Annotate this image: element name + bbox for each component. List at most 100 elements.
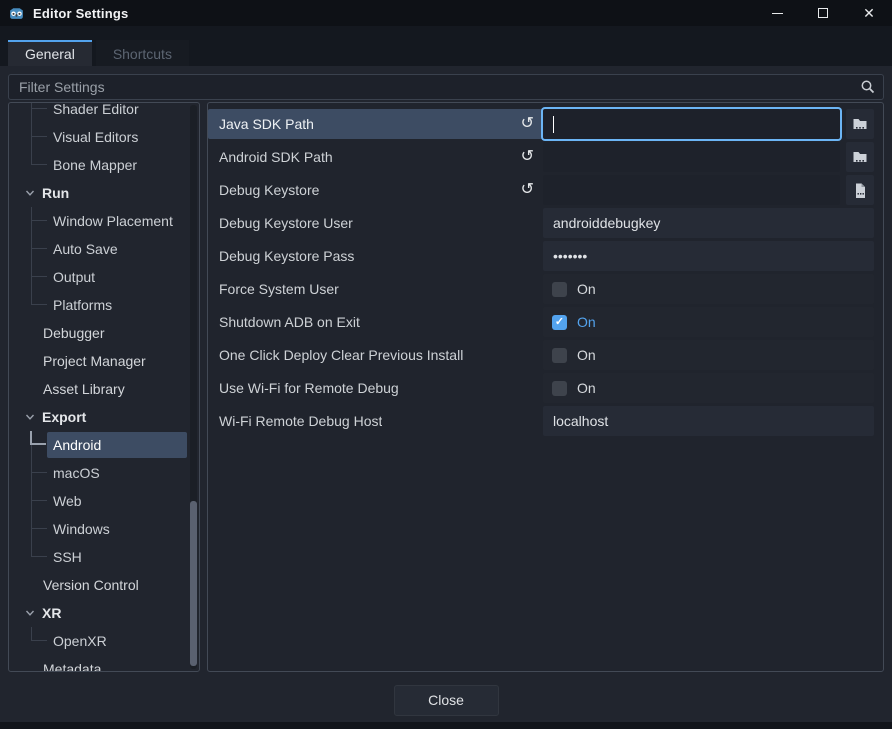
text-input[interactable] [543, 175, 840, 205]
text-input[interactable]: androiddebugkey [543, 208, 874, 238]
sidebar-item-debugger[interactable]: Debugger [9, 319, 189, 347]
setting-label-cell[interactable]: Java SDK Path ↺ [208, 109, 543, 139]
maximize-icon [818, 8, 828, 18]
tree-line [31, 291, 47, 305]
checkbox-label: On [577, 314, 596, 330]
window-bottom-edge [0, 722, 892, 729]
sidebar-item-metadata[interactable]: Metadata [9, 655, 189, 672]
setting-label-cell[interactable]: Android SDK Path ↺ [208, 142, 543, 172]
sidebar-item-macos[interactable]: macOS [9, 459, 189, 487]
sidebar-item-android[interactable]: Android [9, 431, 189, 459]
setting-label-cell[interactable]: Force System User [208, 274, 543, 304]
sidebar-item-asset-library[interactable]: Asset Library [9, 375, 189, 403]
browse-button[interactable] [846, 109, 874, 139]
setting-label-cell[interactable]: Debug Keystore Pass [208, 241, 543, 271]
revert-icon[interactable]: ↺ [521, 149, 534, 165]
close-button[interactable]: Close [394, 685, 499, 716]
text-input[interactable]: ••••••• [543, 241, 874, 271]
text-caret [553, 116, 554, 133]
sidebar-item-visual-editors[interactable]: Visual Editors [9, 123, 189, 151]
setting-label-cell[interactable]: Wi-Fi Remote Debug Host [208, 406, 543, 436]
tree-line [31, 137, 32, 151]
checkbox[interactable]: On [543, 373, 874, 403]
sidebar-item-label: XR [42, 605, 61, 621]
text-input[interactable] [543, 142, 840, 172]
tab-general[interactable]: General [8, 40, 92, 66]
setting-label: Java SDK Path [219, 116, 314, 132]
sidebar-item-run[interactable]: Run [9, 179, 189, 207]
setting-label: One Click Deploy Clear Previous Install [219, 347, 463, 363]
setting-label-cell[interactable]: Debug Keystore ↺ [208, 175, 543, 205]
setting-value-cell: On [543, 340, 874, 370]
sidebar-item-label: Metadata [43, 661, 101, 672]
settings-property-panel: Java SDK Path ↺ Android SDK Path ↺ Debug… [207, 102, 884, 672]
setting-label: Wi-Fi Remote Debug Host [219, 413, 382, 429]
checkbox-box[interactable]: ✓ [552, 315, 567, 330]
tab-label: Shortcuts [113, 46, 172, 62]
minimize-button[interactable] [754, 0, 800, 26]
sidebar-item-label: Export [42, 409, 86, 425]
checkbox[interactable]: ✓ On [543, 307, 874, 337]
sidebar-item-export[interactable]: Export [9, 403, 189, 431]
sidebar-item-shader-editor[interactable]: Shader Editor [9, 102, 189, 123]
browse-button[interactable] [846, 175, 874, 205]
tree-line [31, 473, 32, 487]
input-value: ••••••• [553, 248, 587, 264]
text-input[interactable] [543, 109, 840, 139]
setting-label-cell[interactable]: Shutdown ADB on Exit [208, 307, 543, 337]
setting-label-cell[interactable]: One Click Deploy Clear Previous Install [208, 340, 543, 370]
setting-value-cell: androiddebugkey [543, 208, 874, 238]
browse-button[interactable] [846, 142, 874, 172]
sidebar-item-window-placement[interactable]: Window Placement [9, 207, 189, 235]
window-title: Editor Settings [33, 6, 128, 21]
setting-label: Use Wi-Fi for Remote Debug [219, 380, 399, 396]
sidebar-item-label: Output [53, 269, 95, 285]
checkbox-box[interactable] [552, 381, 567, 396]
setting-value-cell [543, 142, 840, 172]
checkbox-label: On [577, 380, 596, 396]
setting-label: Debug Keystore User [219, 215, 353, 231]
sidebar-item-version-control[interactable]: Version Control [9, 571, 189, 599]
tab-label: General [25, 46, 75, 62]
sidebar-item-auto-save[interactable]: Auto Save [9, 235, 189, 263]
text-input[interactable]: localhost [543, 406, 874, 436]
settings-row: Debug Keystore ↺ [208, 175, 874, 205]
checkbox[interactable]: On [543, 340, 874, 370]
sidebar-item-windows[interactable]: Windows [9, 515, 189, 543]
setting-label-cell[interactable]: Use Wi-Fi for Remote Debug [208, 373, 543, 403]
checkbox-box[interactable] [552, 282, 567, 297]
setting-label-cell[interactable]: Debug Keystore User [208, 208, 543, 238]
checkbox-label: On [577, 347, 596, 363]
tree-line [31, 123, 47, 137]
checkbox-box[interactable] [552, 348, 567, 363]
revert-icon[interactable]: ↺ [521, 182, 534, 198]
sidebar-item-bone-mapper[interactable]: Bone Mapper [9, 151, 189, 179]
sidebar-item-xr[interactable]: XR [9, 599, 189, 627]
chevron-down-icon [25, 608, 35, 618]
sidebar-item-project-manager[interactable]: Project Manager [9, 347, 189, 375]
tree-line [31, 249, 32, 263]
folder-icon [852, 149, 868, 165]
settings-row: Shutdown ADB on Exit ✓ On [208, 307, 874, 337]
setting-label: Debug Keystore Pass [219, 248, 354, 264]
folder-icon [852, 116, 868, 132]
tree-line [31, 627, 47, 641]
sidebar-item-web[interactable]: Web [9, 487, 189, 515]
search-icon [860, 79, 876, 95]
sidebar-scrollbar-thumb[interactable] [190, 501, 197, 666]
close-window-button[interactable]: ✕ [846, 0, 892, 26]
maximize-button[interactable] [800, 0, 846, 26]
setting-value-cell: ••••••• [543, 241, 874, 271]
sidebar-item-platforms[interactable]: Platforms [9, 291, 189, 319]
search-input[interactable] [8, 74, 884, 100]
sidebar-item-ssh[interactable]: SSH [9, 543, 189, 571]
sidebar-item-openxr[interactable]: OpenXR [9, 627, 189, 655]
setting-value-cell: On [543, 274, 874, 304]
sidebar-tree: Shader Editor Visual Editors Bone Mapper… [9, 102, 189, 672]
revert-icon[interactable]: ↺ [521, 116, 534, 132]
checkbox[interactable]: On [543, 274, 874, 304]
sidebar-item-label: OpenXR [53, 633, 107, 649]
tab-shortcuts[interactable]: Shortcuts [96, 40, 189, 66]
sidebar-item-output[interactable]: Output [9, 263, 189, 291]
settings-row: Force System User On [208, 274, 874, 304]
